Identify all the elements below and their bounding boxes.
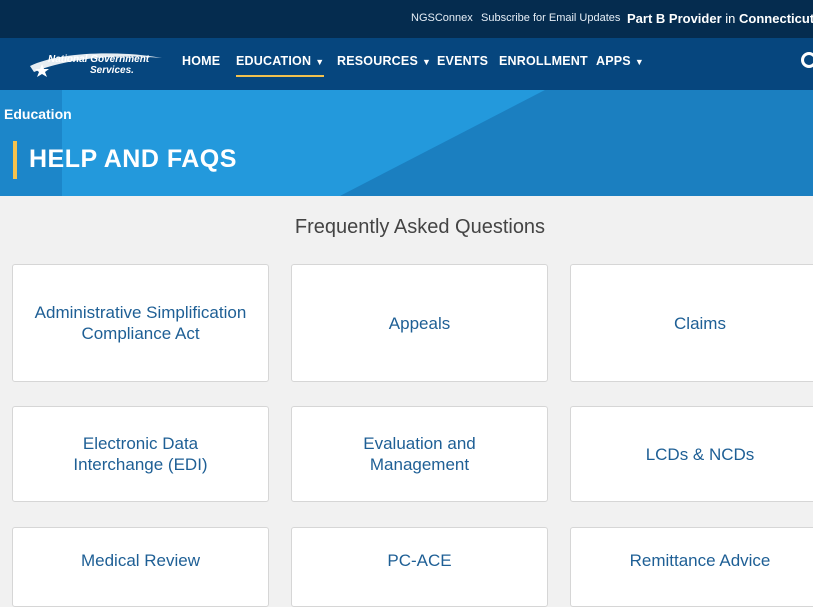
nav-events-label: EVENTS (437, 54, 489, 68)
faq-card-remittance-advice[interactable]: Remittance Advice (570, 527, 813, 607)
breadcrumb[interactable]: Education (4, 106, 72, 122)
nav-education[interactable]: EDUCATION ▼ (236, 54, 325, 77)
chevron-down-icon: ▼ (421, 57, 432, 67)
portal-state: Connecticut (739, 11, 813, 26)
portal-selector[interactable]: Part B Provider in Connecticut ▼ (627, 11, 813, 26)
faq-card-lcds-ncds[interactable]: LCDs & NCDs (570, 406, 813, 502)
faq-card-claims[interactable]: Claims (570, 264, 813, 382)
logo-text-line1: National Government (48, 54, 150, 65)
faq-card-label: Electronic Data Interchange (EDI) (73, 434, 208, 474)
faq-card-pc-ace[interactable]: PC-ACE (291, 527, 548, 607)
nav-apps-label: APPS (596, 54, 631, 68)
utility-bar: NGSConnex Subscribe for Email Updates Pa… (0, 0, 813, 38)
page-title: HELP AND FAQS (29, 145, 237, 173)
faq-card-label: Remittance Advice (629, 550, 771, 570)
search-icon[interactable] (801, 52, 813, 68)
title-accent-bar (13, 141, 17, 179)
faq-card-label: Medical Review (80, 550, 201, 570)
ngsconnex-link[interactable]: NGSConnex (411, 12, 473, 24)
subscribe-link[interactable]: Subscribe for Email Updates (481, 12, 620, 24)
logo-text-line2: Services. (90, 65, 134, 76)
nav-resources[interactable]: RESOURCES ▼ (337, 54, 431, 68)
nav-education-label: EDUCATION (236, 54, 312, 68)
faq-card-label: Appeals (388, 313, 451, 333)
main-nav: National Government Services. HOME EDUCA… (0, 38, 813, 90)
faq-card-ascа[interactable]: Administrative Simplification Compliance… (12, 264, 269, 382)
nav-resources-label: RESOURCES (337, 54, 418, 68)
ngs-logo[interactable]: National Government Services. (28, 52, 166, 78)
nav-apps[interactable]: APPS ▼ (596, 54, 644, 68)
faq-card-label: Claims (674, 313, 726, 333)
nav-home-label: HOME (182, 54, 221, 68)
page-hero: Education HELP AND FAQS (0, 90, 813, 196)
faq-card-label: LCDs & NCDs (645, 444, 755, 464)
faq-card-medical-review[interactable]: Medical Review (12, 527, 269, 607)
faq-card-label: Evaluation and Management (363, 434, 476, 474)
nav-events[interactable]: EVENTS (437, 54, 488, 68)
faq-card-em[interactable]: Evaluation and Management (291, 406, 548, 502)
hero-background-shape (0, 90, 813, 196)
portal-role: Part B Provider (627, 11, 722, 26)
chevron-down-icon: ▼ (634, 57, 644, 67)
faq-card-appeals[interactable]: Appeals (291, 264, 548, 382)
faq-heading: Frequently Asked Questions (294, 216, 546, 238)
faq-card-label: Administrative Simplification Compliance… (34, 303, 247, 343)
faq-card-label: PC-ACE (387, 550, 452, 570)
nav-enrollment-label: ENROLLMENT (499, 54, 588, 68)
chevron-down-icon: ▼ (315, 57, 325, 67)
nav-home[interactable]: HOME (182, 54, 220, 68)
faq-card-edi[interactable]: Electronic Data Interchange (EDI) (12, 406, 269, 502)
portal-in: in (725, 11, 736, 26)
nav-enrollment[interactable]: ENROLLMENT (499, 54, 588, 68)
